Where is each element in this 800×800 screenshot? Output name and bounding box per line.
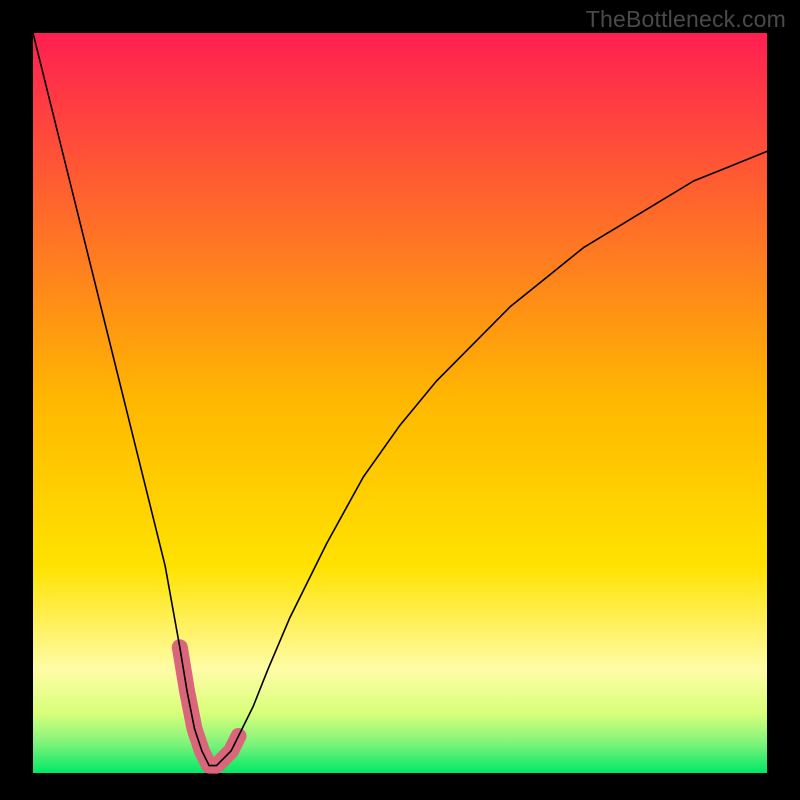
chart-container: TheBottleneck.com <box>0 0 800 800</box>
plot-background <box>33 33 767 773</box>
bottleneck-chart <box>0 0 800 800</box>
watermark-text: TheBottleneck.com <box>586 6 786 33</box>
